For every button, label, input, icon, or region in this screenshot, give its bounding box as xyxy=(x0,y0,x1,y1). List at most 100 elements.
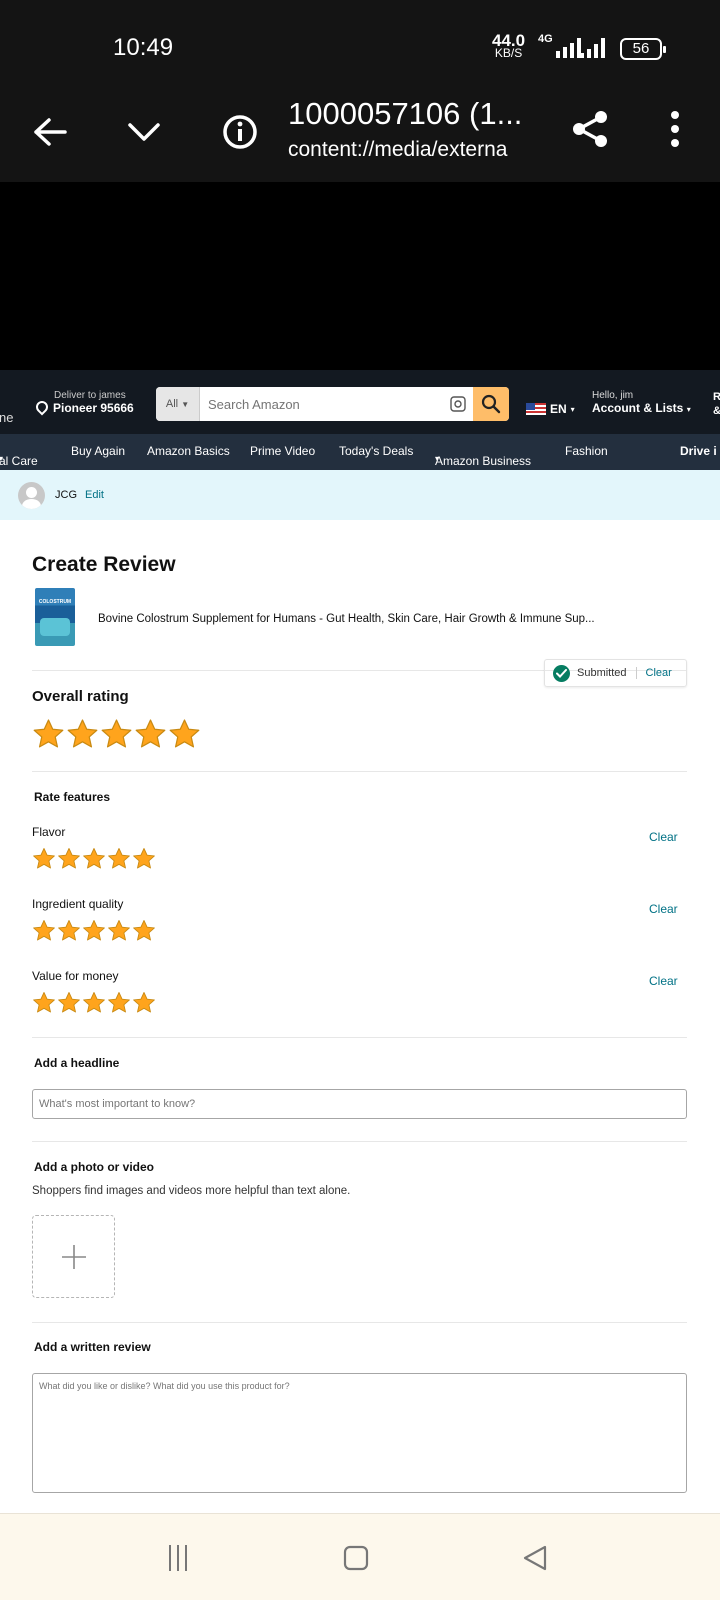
clear-overall-link[interactable]: Clear xyxy=(646,667,672,679)
feature-ingredient-clear[interactable]: Clear xyxy=(649,902,678,916)
divider xyxy=(32,1037,687,1038)
avatar xyxy=(18,482,45,509)
account-greeting: Hello, jim xyxy=(592,390,634,401)
signal-icon xyxy=(556,38,581,58)
account-lists-label: Account & Lists ▾ xyxy=(592,401,691,415)
system-nav-bar xyxy=(0,1513,720,1600)
divider xyxy=(32,771,687,772)
signal-icon-2 xyxy=(580,38,605,58)
star-icon[interactable] xyxy=(107,919,131,943)
written-review-textarea[interactable]: What did you like or dislike? What did y… xyxy=(32,1373,687,1493)
location-pin-icon xyxy=(33,398,51,416)
home-icon[interactable] xyxy=(336,1540,376,1576)
overall-rating-label: Overall rating xyxy=(32,688,129,705)
star-icon[interactable] xyxy=(32,847,56,871)
battery-icon: 56 xyxy=(620,38,666,60)
us-flag-icon xyxy=(526,403,546,415)
submitted-label: Submitted xyxy=(577,667,627,679)
star-icon[interactable] xyxy=(168,718,201,751)
deliver-to-name: Deliver to james xyxy=(54,390,126,401)
star-icon[interactable] xyxy=(57,991,81,1015)
viewer-toolbar: 1000057106 (1... content://media/externa xyxy=(0,92,720,182)
caret-down-icon: ▾ xyxy=(686,405,691,414)
header-cut-text: ne xyxy=(0,410,14,425)
star-icon[interactable] xyxy=(32,919,56,943)
search-bar: All ▼ xyxy=(156,387,509,421)
headline-label: Add a headline xyxy=(34,1056,120,1070)
back-triangle-icon[interactable] xyxy=(515,1540,555,1576)
feature-flavor-label: Flavor xyxy=(32,825,66,839)
add-photo-button[interactable] xyxy=(32,1215,115,1298)
info-icon[interactable] xyxy=(218,110,262,154)
feature-value-clear[interactable]: Clear xyxy=(649,974,678,988)
star-icon[interactable] xyxy=(57,919,81,943)
clock: 10:49 xyxy=(113,34,174,61)
star-icon[interactable] xyxy=(134,718,167,751)
image-letterbox xyxy=(0,182,720,370)
user-bar: JCG Edit xyxy=(0,470,720,520)
nav-item-amazon-basics[interactable]: Amazon Basics xyxy=(147,444,230,458)
star-icon[interactable] xyxy=(82,847,106,871)
caret-down-icon: ▾ xyxy=(435,454,440,463)
overall-rating-stars[interactable] xyxy=(32,718,201,751)
back-arrow-icon[interactable] xyxy=(28,110,72,154)
star-icon[interactable] xyxy=(132,991,156,1015)
feature-value-stars[interactable] xyxy=(32,991,156,1015)
screen: 10:49 44.0 KB/S 4G 56 1000057106 (1... c… xyxy=(0,0,720,1600)
star-icon[interactable] xyxy=(132,847,156,871)
feature-flavor-stars[interactable] xyxy=(32,847,156,871)
nav-item-fashion[interactable]: Fashion xyxy=(565,444,608,458)
rate-features-label: Rate features xyxy=(34,790,111,804)
deliver-to[interactable]: Deliver to james Pioneer 95666 xyxy=(33,390,134,416)
network-type: 4G xyxy=(538,33,553,45)
edit-profile-link[interactable]: Edit xyxy=(85,489,104,501)
recent-apps-icon[interactable] xyxy=(158,1540,198,1576)
feature-flavor-clear[interactable]: Clear xyxy=(649,830,678,844)
network-speed: 44.0 KB/S xyxy=(492,32,525,60)
caret-down-icon: ▼ xyxy=(181,399,190,409)
product-title: Bovine Colostrum Supplement for Humans -… xyxy=(98,613,595,625)
star-icon[interactable] xyxy=(107,847,131,871)
star-icon[interactable] xyxy=(66,718,99,751)
caret-down-icon: ▾ xyxy=(0,454,4,463)
more-vertical-icon[interactable] xyxy=(650,104,700,154)
chevron-down-icon[interactable] xyxy=(122,110,166,154)
product-image xyxy=(35,588,75,646)
status-bar: 10:49 44.0 KB/S 4G 56 xyxy=(0,0,720,92)
share-icon[interactable] xyxy=(565,104,615,154)
plus-icon xyxy=(61,1244,86,1269)
camera-search-icon[interactable] xyxy=(443,387,473,421)
page-title: Create Review xyxy=(32,553,176,576)
deliver-to-location: Pioneer 95666 xyxy=(33,398,134,416)
star-icon[interactable] xyxy=(82,919,106,943)
amazon-header: ne Deliver to james Pioneer 95666 All ▼ … xyxy=(0,370,720,434)
divider xyxy=(32,1322,687,1323)
caret-down-icon: ▾ xyxy=(570,404,575,414)
file-uri: content://media/externa xyxy=(288,138,508,161)
nav-item-todays-deals[interactable]: Today's Deals xyxy=(339,444,413,458)
star-icon[interactable] xyxy=(132,919,156,943)
photo-hint: Shoppers find images and videos more hel… xyxy=(32,1185,351,1197)
star-icon[interactable] xyxy=(100,718,133,751)
language-selector[interactable]: EN ▾ xyxy=(526,402,575,416)
search-button[interactable] xyxy=(473,387,509,421)
star-icon[interactable] xyxy=(32,718,65,751)
account-menu[interactable]: Hello, jim Account & Lists ▾ xyxy=(592,390,691,415)
search-category-select[interactable]: All ▼ xyxy=(156,387,200,421)
headline-input[interactable]: What's most important to know? xyxy=(32,1089,687,1119)
feature-ingredient-label: Ingredient quality xyxy=(32,897,124,911)
header-cut-text-right: R & xyxy=(713,391,720,417)
star-icon[interactable] xyxy=(32,991,56,1015)
nav-item-drive[interactable]: Drive i xyxy=(680,444,717,458)
search-icon xyxy=(481,394,501,414)
star-icon[interactable] xyxy=(107,991,131,1015)
divider xyxy=(32,1141,687,1142)
nav-item-buy-again[interactable]: Buy Again xyxy=(71,444,125,458)
network-speed-unit: KB/S xyxy=(494,46,523,60)
search-input[interactable] xyxy=(200,387,443,421)
nav-item-prime-video[interactable]: Prime Video xyxy=(250,444,315,458)
file-title: 1000057106 (1... xyxy=(288,96,523,131)
star-icon[interactable] xyxy=(82,991,106,1015)
feature-ingredient-stars[interactable] xyxy=(32,919,156,943)
star-icon[interactable] xyxy=(57,847,81,871)
